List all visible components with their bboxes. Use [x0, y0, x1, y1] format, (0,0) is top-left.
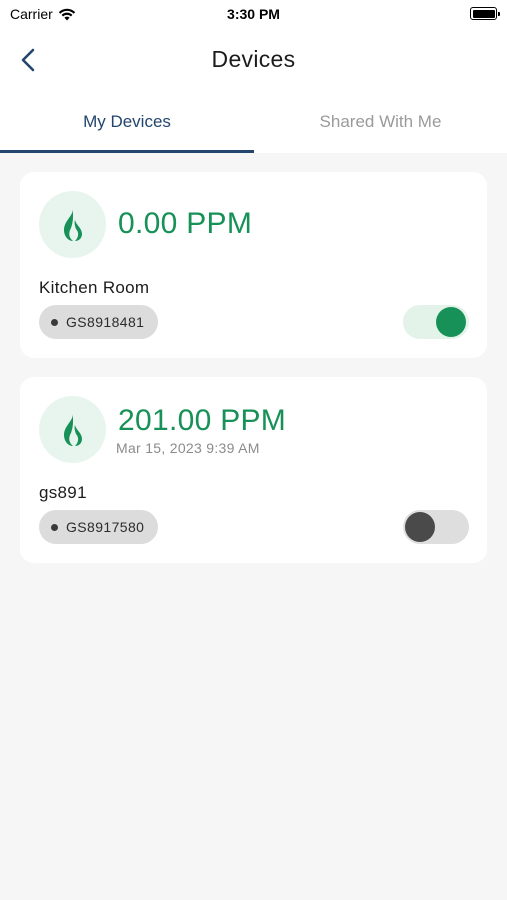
tab-bar: My Devices Shared With Me: [0, 90, 507, 153]
status-bar: Carrier 3:30 PM: [0, 0, 507, 30]
tab-my-devices[interactable]: My Devices: [0, 90, 254, 153]
serial-number-badge: GS8918481: [39, 305, 159, 339]
device-card[interactable]: 201.00 PPM Mar 15, 2023 9:39 AM gs891 GS…: [20, 377, 487, 563]
device-name: gs891: [39, 483, 87, 502]
device-icon-badge: [39, 191, 106, 258]
flame-icon: [63, 413, 82, 446]
serial-number: GS8917580: [66, 519, 145, 535]
serial-number-badge: GS8917580: [39, 510, 159, 544]
toggle-knob: [436, 307, 466, 337]
reading-timestamp: Mar 15, 2023 9:39 AM: [116, 440, 260, 456]
device-card[interactable]: 0.00 PPM Kitchen Room GS8918481: [20, 172, 487, 358]
device-toggle[interactable]: [403, 510, 469, 544]
device-name: Kitchen Room: [39, 278, 150, 297]
status-dot-icon: [51, 523, 58, 531]
toggle-knob: [405, 512, 435, 542]
flame-icon: [63, 208, 82, 241]
gas-reading: 201.00 PPM: [118, 404, 287, 437]
device-toggle[interactable]: [403, 305, 469, 339]
battery-icon: [470, 7, 500, 20]
status-dot-icon: [51, 318, 58, 326]
gas-reading: 0.00 PPM: [118, 207, 253, 240]
tab-shared-with-me[interactable]: Shared With Me: [254, 90, 507, 153]
navigation-bar: Devices: [0, 30, 507, 90]
status-time: 3:30 PM: [227, 6, 280, 22]
active-tab-indicator: [0, 150, 254, 153]
page-title: Devices: [211, 46, 296, 72]
device-icon-badge: [39, 396, 106, 463]
serial-number: GS8918481: [66, 314, 145, 330]
